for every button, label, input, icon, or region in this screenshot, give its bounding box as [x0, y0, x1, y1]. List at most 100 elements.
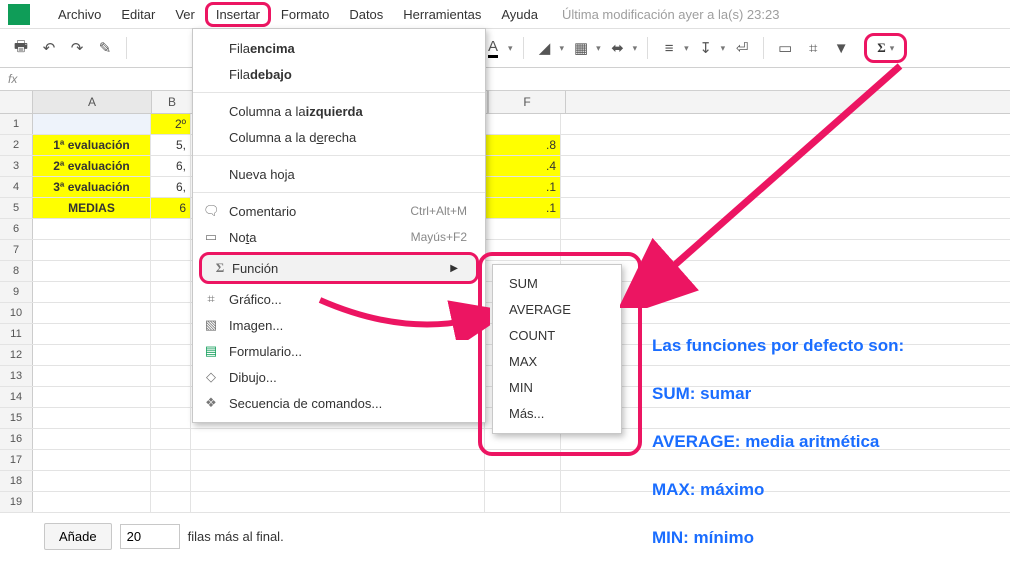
cell[interactable] [561, 261, 1010, 281]
cell[interactable] [33, 282, 151, 302]
row-number[interactable]: 16 [0, 429, 33, 449]
cell[interactable] [561, 198, 1010, 218]
cell[interactable] [33, 450, 151, 470]
cell[interactable] [33, 261, 151, 281]
menu-editar[interactable]: Editar [111, 3, 165, 26]
cell[interactable] [151, 429, 191, 449]
col-header-a[interactable]: A [33, 91, 152, 113]
insertlink-icon[interactable]: ▭ [774, 37, 796, 59]
row-number[interactable]: 5 [0, 198, 33, 218]
cell[interactable] [191, 450, 485, 470]
cell[interactable] [561, 387, 1010, 407]
borders-icon[interactable]: ▦ [570, 37, 592, 59]
menu-row-below[interactable]: Fila debajo [193, 61, 485, 87]
cell[interactable] [33, 324, 151, 344]
submenu-max[interactable]: MAX [493, 349, 621, 375]
menu-herramientas[interactable]: Herramientas [393, 3, 491, 26]
cell[interactable]: 3ª evaluación [33, 177, 151, 197]
cell[interactable] [561, 282, 1010, 302]
row-number[interactable]: 13 [0, 366, 33, 386]
cell[interactable] [561, 471, 1010, 491]
redo-icon[interactable]: ↷ [66, 37, 88, 59]
cell[interactable] [485, 450, 561, 470]
menu-note[interactable]: ▭NotaMayús+F2 [193, 224, 485, 250]
add-rows-button[interactable]: Añade [44, 523, 112, 550]
fillcolor-icon[interactable]: ◢ [534, 37, 556, 59]
merge-icon[interactable]: ⬌ [607, 37, 629, 59]
row-number[interactable]: 9 [0, 282, 33, 302]
cell[interactable] [485, 219, 561, 239]
valign-icon[interactable]: ↧ [695, 37, 717, 59]
cell[interactable]: 5, [151, 135, 191, 155]
cell[interactable] [561, 408, 1010, 428]
submenu-average[interactable]: AVERAGE [493, 297, 621, 323]
cell[interactable] [33, 492, 151, 512]
menu-col-right[interactable]: Columna a la derecha [193, 124, 485, 150]
cell[interactable] [151, 282, 191, 302]
menu-new-sheet[interactable]: Nueva hoja [193, 161, 485, 187]
cell[interactable] [485, 240, 561, 260]
menu-form[interactable]: ▤Formulario... [193, 338, 485, 364]
cell[interactable] [33, 429, 151, 449]
cell[interactable] [485, 492, 561, 512]
cell[interactable] [561, 219, 1010, 239]
filter-icon[interactable]: ▼ [830, 37, 852, 59]
cell[interactable] [561, 366, 1010, 386]
print-icon[interactable]: 🖶 [10, 37, 32, 59]
menu-image[interactable]: ▧Imagen... [193, 312, 485, 338]
menu-chart[interactable]: ⌗Gráfico... [193, 286, 485, 312]
row-number[interactable]: 10 [0, 303, 33, 323]
cell[interactable]: .8 [485, 135, 561, 155]
cell[interactable] [561, 450, 1010, 470]
cell[interactable]: .4 [485, 156, 561, 176]
cell[interactable]: 6, [151, 156, 191, 176]
row-number[interactable]: 19 [0, 492, 33, 512]
cell[interactable] [33, 303, 151, 323]
cell[interactable]: .1 [485, 177, 561, 197]
submenu-sum[interactable]: SUM [493, 271, 621, 297]
row-number[interactable]: 7 [0, 240, 33, 260]
cell[interactable] [33, 387, 151, 407]
row-number[interactable]: 8 [0, 261, 33, 281]
row-number[interactable]: 11 [0, 324, 33, 344]
cell[interactable] [33, 345, 151, 365]
cell[interactable] [33, 366, 151, 386]
halign-icon[interactable]: ≡ [658, 37, 680, 59]
menu-drawing[interactable]: ◇Dibujo... [193, 364, 485, 390]
menu-ayuda[interactable]: Ayuda [491, 3, 548, 26]
menu-insertar[interactable]: Insertar [205, 2, 271, 27]
cell[interactable] [33, 471, 151, 491]
row-number[interactable]: 2 [0, 135, 33, 155]
menu-col-left[interactable]: Columna a la izquierda [193, 98, 485, 124]
cell[interactable]: 2ª evaluación [33, 156, 151, 176]
submenu-more[interactable]: Más... [493, 401, 621, 427]
wrap-icon[interactable]: ⏎ [731, 37, 753, 59]
row-number[interactable]: 1 [0, 114, 33, 134]
menu-comment[interactable]: 🗨ComentarioCtrl+Alt+M [193, 198, 485, 224]
cell[interactable] [33, 219, 151, 239]
cell[interactable] [151, 492, 191, 512]
row-number[interactable]: 17 [0, 450, 33, 470]
add-rows-input[interactable] [120, 524, 180, 549]
cell[interactable] [151, 303, 191, 323]
menu-ver[interactable]: Ver [165, 3, 205, 26]
cell[interactable] [151, 471, 191, 491]
row-number[interactable]: 12 [0, 345, 33, 365]
row-number[interactable]: 4 [0, 177, 33, 197]
cell[interactable]: 1ª evaluación [33, 135, 151, 155]
cell[interactable] [561, 114, 1010, 134]
cell[interactable] [151, 387, 191, 407]
cell[interactable] [151, 240, 191, 260]
col-header-f[interactable]: F [488, 91, 566, 113]
menu-script[interactable]: ❖Secuencia de comandos... [193, 390, 485, 416]
cell[interactable] [561, 177, 1010, 197]
row-number[interactable]: 14 [0, 387, 33, 407]
cell[interactable] [561, 492, 1010, 512]
cell[interactable] [33, 240, 151, 260]
cell[interactable] [191, 471, 485, 491]
row-number[interactable]: 3 [0, 156, 33, 176]
cell[interactable] [33, 114, 151, 134]
cell[interactable] [191, 492, 485, 512]
cell[interactable] [561, 135, 1010, 155]
cell[interactable] [191, 429, 485, 449]
